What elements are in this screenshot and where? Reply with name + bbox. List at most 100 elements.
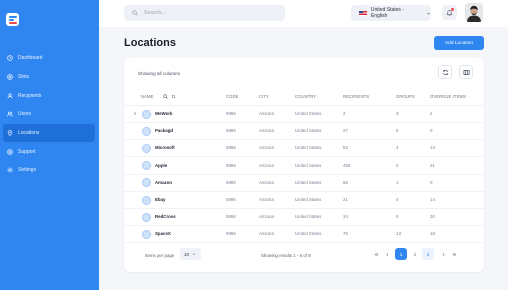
column-search-icon[interactable] [163, 94, 168, 99]
table-row[interactable]: WeWork 5996 Arizona United States 2 3 2 [124, 106, 484, 123]
cell-groups: 13 [396, 231, 401, 237]
cell-name[interactable]: Ebay [155, 197, 166, 202]
page-title: Locations [124, 37, 176, 49]
cell-groups: 4 [396, 197, 399, 202]
columns-info-label: Showing all columns [138, 71, 180, 76]
refresh-button[interactable] [438, 65, 452, 79]
cell-name[interactable]: Packagd [155, 128, 173, 133]
cell-country: United States [295, 111, 322, 116]
cell-groups: 2 [396, 162, 399, 168]
cell-overdue-items: 0 [430, 128, 433, 134]
column-header-city[interactable]: CITY [259, 94, 269, 99]
prev-page-button[interactable] [381, 248, 393, 260]
double-chevron-right-icon [452, 252, 456, 256]
gear-icon [7, 167, 13, 173]
column-header-overdue-items[interactable]: OVERDUE ITEMS [430, 94, 466, 99]
cell-recipients: 27 [343, 128, 348, 134]
table-row[interactable]: Microsoft 5996 Arizona United States 52 4 13 [124, 140, 484, 158]
cell-name[interactable]: Microsoft [155, 145, 175, 150]
avatar[interactable] [465, 3, 483, 22]
double-chevron-left-icon [374, 252, 378, 256]
cell-recipients: 456 [343, 162, 351, 168]
table-row[interactable]: Packagd 5996 Arizona United States 27 5 0 [124, 123, 484, 141]
cell-recipients: 76 [343, 231, 348, 237]
items-per-page-select[interactable]: 10 [180, 248, 201, 260]
location-logo-icon [142, 126, 151, 136]
page-button-2[interactable]: 2 [409, 248, 421, 260]
support-icon [7, 149, 13, 155]
column-header-country[interactable]: COUNTRY [295, 94, 316, 99]
search-placeholder: Search... [144, 10, 167, 16]
items-per-page-label: Items per page [145, 253, 175, 258]
cell-city: Arizona [259, 145, 274, 151]
location-logo-icon [142, 109, 151, 119]
cell-code: 5996 [226, 179, 236, 185]
cell-groups: 3 [396, 111, 399, 116]
cell-groups: 6 [396, 214, 399, 220]
sidebar-item-settings[interactable]: Settings [3, 161, 95, 179]
chevron-right-icon[interactable] [133, 111, 137, 116]
cell-overdue-items: 21 [430, 162, 435, 168]
table-row[interactable]: Amazon 5996 Arizona United States 66 1 0 [124, 175, 484, 192]
chevron-down-icon [192, 253, 196, 255]
language-selector[interactable]: United States - English [351, 5, 431, 21]
sort-icon[interactable] [171, 94, 176, 99]
sidebar-item-locations[interactable]: Locations [3, 124, 95, 142]
notification-dot [450, 7, 454, 11]
items-per-page-value: 10 [184, 251, 189, 257]
sidebar-item-label: Dashboard [18, 55, 43, 61]
cell-name[interactable]: SpaceX [155, 231, 171, 236]
sidebar-item-support[interactable]: Support [3, 143, 95, 161]
sidebar-item-slots[interactable]: Slots [3, 68, 95, 86]
cell-city: Arizona [259, 128, 274, 134]
columns-icon [462, 69, 470, 75]
location-logo-icon [142, 212, 151, 222]
location-icon [7, 130, 13, 136]
cell-city: Arizona [259, 214, 274, 220]
cell-code: 5996 [226, 162, 236, 168]
table-row[interactable]: RedCross 5996 Arizona United States 34 6 30 [124, 209, 484, 227]
location-logo-icon [142, 161, 151, 171]
cell-city: Arizona [259, 162, 274, 168]
cell-country: United States [295, 231, 322, 237]
location-logo-icon [142, 178, 151, 188]
results-count: Showing results 1 - 8 of 8 [261, 253, 311, 258]
user-photo [465, 3, 483, 22]
search-input[interactable]: Search... [124, 5, 285, 21]
cell-groups: 4 [396, 145, 399, 151]
user-icon [7, 93, 13, 99]
cell-recipients: 34 [343, 214, 348, 220]
column-header-code[interactable]: CODE [226, 94, 239, 99]
cell-city: Arizona [259, 111, 274, 116]
cell-groups: 1 [396, 179, 399, 185]
table-row[interactable]: Ebay 5996 Arizona United States 21 4 14 [124, 192, 484, 209]
column-header-recipients[interactable]: RECIPIENTS [343, 94, 369, 99]
notifications-button[interactable] [442, 5, 457, 20]
page-button-3[interactable]: 3 [422, 248, 434, 260]
chevron-left-icon [385, 252, 388, 256]
sidebar-item-users[interactable]: Users [3, 105, 95, 123]
table-row[interactable]: SpaceX 5996 Arizona United States 76 13 18 [124, 226, 484, 244]
cell-name[interactable]: Amazon [155, 180, 172, 185]
sidebar-item-label: Locations [18, 130, 40, 136]
column-header-name[interactable]: NAME [141, 94, 154, 99]
sidebar-item-label: Users [18, 111, 32, 117]
last-page-button[interactable] [448, 248, 460, 260]
location-logo-icon [142, 195, 151, 205]
sidebar-item-recipients[interactable]: Recipients [3, 87, 95, 105]
column-header-groups[interactable]: GROUPS [396, 94, 415, 99]
page-button-1[interactable]: 1 [395, 248, 407, 260]
table-row[interactable]: Apple 5996 Arizona United States 456 2 21 [124, 158, 484, 175]
cell-recipients: 66 [343, 179, 348, 185]
sidebar-item-dashboard[interactable]: Dashboard [3, 49, 95, 67]
target-icon [7, 74, 13, 80]
cell-code: 5996 [226, 145, 236, 151]
cell-name[interactable]: Apple [155, 163, 167, 168]
cell-groups: 5 [396, 128, 399, 134]
add-location-button[interactable]: Add Location [434, 36, 484, 50]
app-logo[interactable] [6, 13, 19, 26]
cell-name[interactable]: RedCross [155, 214, 176, 219]
columns-button[interactable] [459, 65, 473, 79]
cell-name[interactable]: WeWork [155, 111, 172, 116]
cell-code: 5996 [226, 231, 236, 237]
